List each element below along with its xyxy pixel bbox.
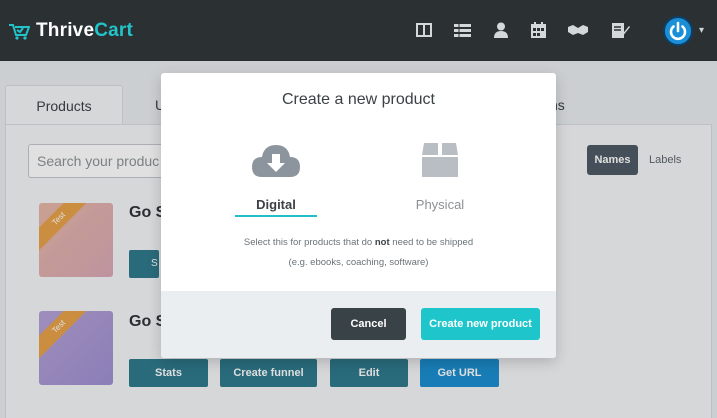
logo-text-thrive: Thrive (36, 20, 95, 41)
list-icon[interactable] (454, 22, 472, 40)
logo-text-cart: Cart (94, 20, 134, 41)
top-navigation-bar: ThriveCart ▾ (0, 0, 717, 61)
modal-footer: Cancel Create new product (161, 291, 556, 358)
cloud-download-icon (252, 145, 300, 177)
digital-option-label: Digital (256, 197, 296, 212)
thrivecart-logo[interactable]: ThriveCart (8, 20, 133, 42)
create-new-product-button[interactable]: Create new product (421, 308, 540, 340)
digital-option[interactable]: Digital (231, 139, 321, 212)
option-description: Select this for products that do not nee… (243, 237, 474, 248)
physical-option[interactable]: Physical (395, 139, 485, 212)
cart-logo-icon (9, 24, 30, 40)
handshake-icon[interactable] (568, 22, 588, 40)
layout-icon[interactable] (416, 22, 434, 40)
cancel-button[interactable]: Cancel (331, 308, 406, 340)
physical-option-label: Physical (415, 197, 465, 212)
option-description-examples: (e.g. ebooks, coaching, software) (288, 257, 429, 268)
selected-option-indicator (235, 215, 317, 217)
create-product-modal: Create a new product Digital Physical Se… (161, 73, 556, 358)
modal-title: Create a new product (282, 91, 435, 108)
power-icon (669, 21, 687, 41)
box-icon (422, 143, 458, 177)
user-avatar[interactable] (663, 16, 693, 46)
user-icon[interactable] (494, 22, 512, 40)
chevron-down-icon[interactable]: ▾ (699, 25, 704, 36)
calendar-icon[interactable] (531, 22, 549, 40)
edit-document-icon[interactable] (612, 22, 630, 40)
